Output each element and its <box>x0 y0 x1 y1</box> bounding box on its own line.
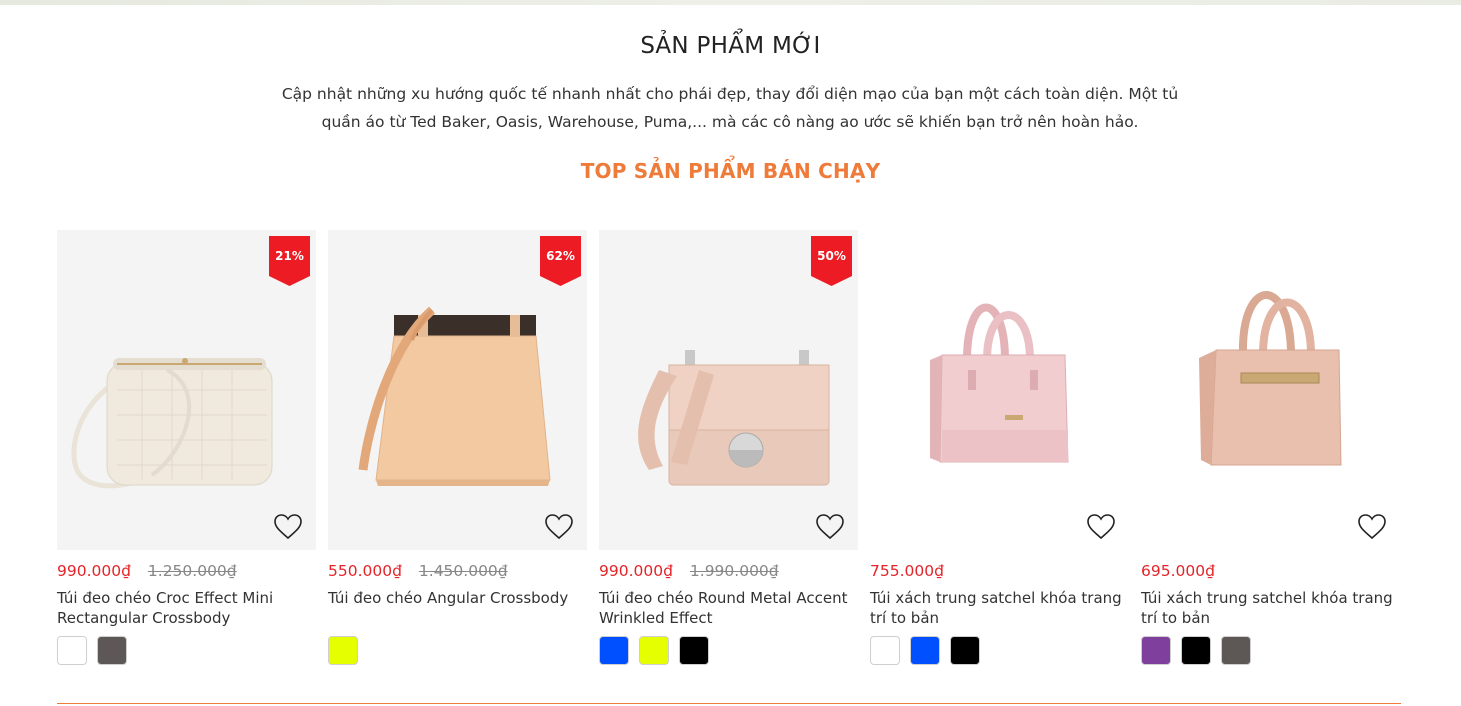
product-name[interactable]: Túi xách trung satchel khóa trang trí to… <box>870 588 1129 628</box>
color-swatch-black[interactable] <box>679 636 710 665</box>
heart-icon[interactable] <box>1358 514 1386 540</box>
product-name[interactable]: Túi đeo chéo Round Metal Accent Wrinkled… <box>599 588 858 628</box>
section-description: Cập nhật những xu hướng quốc tế nhanh nh… <box>281 85 1179 131</box>
price-row: 990.000₫ 1.990.000₫ <box>599 562 858 582</box>
product-card[interactable]: 21% 990.000₫ 1.250.000₫ Túi đeo chéo Cro… <box>57 230 316 666</box>
product-photo-pink-satchel-bag <box>930 303 1069 463</box>
color-swatch-white[interactable] <box>870 636 900 665</box>
original-price: 1.250.000₫ <box>147 562 237 580</box>
original-price: 1.450.000₫ <box>418 562 508 580</box>
color-swatch-gray[interactable] <box>97 636 128 665</box>
product-image[interactable]: 50% <box>599 230 858 550</box>
color-swatch-lime[interactable] <box>639 636 670 665</box>
color-swatch-black[interactable] <box>1181 636 1212 665</box>
sale-price: 990.000₫ <box>57 562 131 580</box>
product-card[interactable]: 695.000₫ Túi xách trung satchel khóa tra… <box>1141 230 1400 666</box>
color-swatches <box>599 636 858 666</box>
product-card[interactable]: 50% 990.000₫ 1.990.000₫ Túi đeo chéo Rou… <box>599 230 858 666</box>
original-price: 1.990.000₫ <box>689 562 779 580</box>
color-swatch-gray[interactable] <box>1221 636 1252 665</box>
color-swatch-blue[interactable] <box>910 636 941 665</box>
heart-icon[interactable] <box>816 514 844 540</box>
sale-price: 755.000₫ <box>870 562 944 580</box>
discount-badge: 50% <box>811 236 852 286</box>
color-swatch-blue[interactable] <box>599 636 629 665</box>
color-swatch-lime[interactable] <box>328 636 358 665</box>
product-name[interactable]: Túi đeo chéo Angular Crossbody <box>328 588 587 628</box>
product-card[interactable]: 755.000₫ Túi xách trung satchel khóa tra… <box>870 230 1129 666</box>
price-row: 990.000₫ 1.250.000₫ <box>57 562 316 582</box>
product-photo-dusty-pink-satchel-bag <box>1199 291 1342 466</box>
product-image[interactable]: 62% <box>328 230 587 550</box>
section-divider <box>57 703 1401 704</box>
product-image[interactable] <box>870 230 1129 550</box>
heart-icon[interactable] <box>274 514 302 540</box>
sale-price: 695.000₫ <box>1141 562 1215 580</box>
price-row: 550.000₫ 1.450.000₫ <box>328 562 587 582</box>
color-swatches <box>328 636 587 666</box>
discount-badge: 21% <box>269 236 310 286</box>
price-row: 755.000₫ <box>870 562 1129 582</box>
color-swatches <box>57 636 316 666</box>
product-name[interactable]: Túi xách trung satchel khóa trang trí to… <box>1141 588 1400 628</box>
heart-icon[interactable] <box>1087 514 1115 540</box>
price-row: 695.000₫ <box>1141 562 1400 582</box>
color-swatch-purple[interactable] <box>1141 636 1171 665</box>
color-swatch-white[interactable] <box>57 636 87 665</box>
best-seller-title: TOP SẢN PHẨM BÁN CHẠY <box>580 159 881 183</box>
heart-icon[interactable] <box>545 514 573 540</box>
product-image[interactable]: 21% <box>57 230 316 550</box>
color-swatches <box>870 636 1129 666</box>
product-image[interactable] <box>1141 230 1400 550</box>
top-decor-strip <box>0 0 1461 5</box>
product-name[interactable]: Túi đeo chéo Croc Effect Mini Rectangula… <box>57 588 316 628</box>
color-swatches <box>1141 636 1400 666</box>
sale-price: 550.000₫ <box>328 562 402 580</box>
sale-price: 990.000₫ <box>599 562 673 580</box>
section-title: SẢN PHẨM MỚI <box>640 33 821 59</box>
discount-badge: 62% <box>540 236 581 286</box>
color-swatch-black[interactable] <box>950 636 981 665</box>
product-card[interactable]: 62% 550.000₫ 1.450.000₫ Túi đeo chéo Ang… <box>328 230 587 666</box>
